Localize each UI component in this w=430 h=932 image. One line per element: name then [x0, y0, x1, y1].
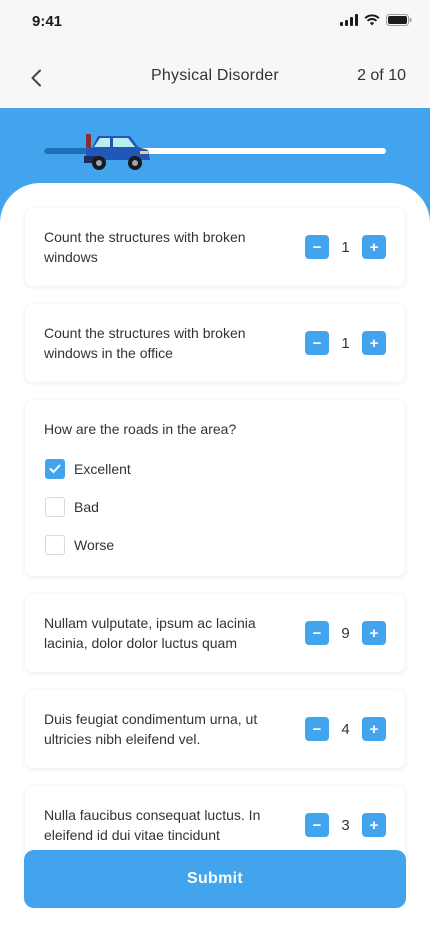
- question-card: Count the structures with broken windows…: [25, 304, 405, 382]
- option-excellent[interactable]: Excellent: [45, 459, 131, 479]
- decrement-button[interactable]: −: [305, 331, 329, 355]
- option-bad[interactable]: Bad: [45, 497, 99, 517]
- increment-button[interactable]: +: [362, 621, 386, 645]
- submit-button[interactable]: Submit: [24, 850, 406, 908]
- stepper-value: 4: [341, 720, 350, 738]
- question-text: Count the structures with broken windows…: [44, 325, 246, 361]
- increment-button[interactable]: +: [362, 813, 386, 837]
- option-label: Worse: [74, 537, 115, 553]
- checkmark-icon: [49, 464, 61, 473]
- stepper-value: 3: [341, 816, 350, 834]
- quantity-stepper: − 1 +: [305, 331, 386, 355]
- question-card: Nullam vulputate, ipsum ac lacinia lacin…: [25, 594, 405, 672]
- increment-button[interactable]: +: [362, 717, 386, 741]
- decrement-button[interactable]: −: [305, 235, 329, 259]
- question-text: Count the structures with broken windows: [44, 229, 246, 265]
- signal-icon: [340, 14, 358, 26]
- checkbox[interactable]: [45, 535, 65, 555]
- increment-button[interactable]: +: [362, 235, 386, 259]
- question-card: Count the structures with broken windows…: [25, 208, 405, 286]
- question-counter: 2 of 10: [357, 67, 406, 84]
- quantity-stepper: − 4 +: [305, 717, 386, 741]
- question-card: How are the roads in the area? Excellent…: [25, 400, 405, 576]
- questions-sheet: Count the structures with broken windows…: [0, 183, 430, 932]
- decrement-button[interactable]: −: [305, 813, 329, 837]
- option-label: Excellent: [74, 461, 131, 477]
- decrement-button[interactable]: −: [305, 621, 329, 645]
- option-worse[interactable]: Worse: [45, 535, 114, 555]
- nav-bar: Physical Disorder 2 of 10: [0, 46, 430, 108]
- stepper-value: 1: [341, 238, 350, 256]
- checkbox[interactable]: [45, 497, 65, 517]
- decrement-button[interactable]: −: [305, 717, 329, 741]
- quantity-stepper: − 1 +: [305, 235, 386, 259]
- checkbox[interactable]: [45, 459, 65, 479]
- stepper-value: 1: [341, 334, 350, 352]
- car-icon: [84, 134, 150, 170]
- option-label: Bad: [74, 499, 99, 515]
- status-time: 9:41: [32, 13, 63, 30]
- question-text: Nullam vulputate, ipsum ac lacinia lacin…: [44, 615, 256, 651]
- increment-button[interactable]: +: [362, 331, 386, 355]
- battery-icon: [386, 14, 412, 26]
- question-card: Duis feugiat condimentum urna, ut ultric…: [25, 690, 405, 768]
- question-text: Duis feugiat condimentum urna, ut ultric…: [44, 711, 258, 747]
- question-text: Nulla faucibus consequat luctus. In elei…: [44, 807, 261, 843]
- quantity-stepper: − 9 +: [305, 621, 386, 645]
- status-icons: [340, 14, 412, 26]
- stepper-value: 9: [341, 624, 350, 642]
- status-bar: 9:41: [0, 0, 430, 46]
- quantity-stepper: − 3 +: [305, 813, 386, 837]
- question-text: How are the roads in the area?: [44, 421, 237, 437]
- wifi-icon: [364, 14, 380, 26]
